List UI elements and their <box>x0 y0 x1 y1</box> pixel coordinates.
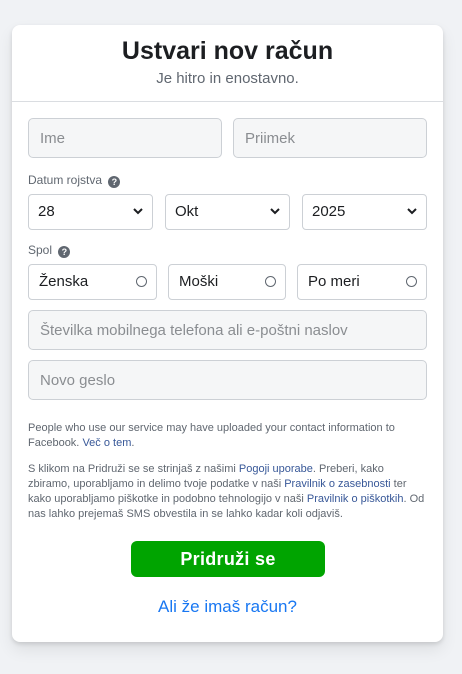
gender-option-custom[interactable]: Po meri <box>297 264 427 300</box>
terms-notice: S klikom na Pridruži se se strinjaš z na… <box>28 462 428 522</box>
gender-option-male[interactable]: Moški <box>168 264 286 300</box>
birthday-label: Datum rojstva <box>28 173 103 187</box>
learn-more-link[interactable]: Več o tem <box>82 437 131 449</box>
cookies-policy-link[interactable]: Pravilnik o piškotkih <box>307 493 404 505</box>
page-subtitle: Je hitro in enostavno. <box>156 70 299 87</box>
chevron-down-icon <box>270 208 280 215</box>
birthday-day-select[interactable]: 28 <box>28 194 153 230</box>
birthday-year-value: 2025 <box>312 203 346 220</box>
signup-button[interactable]: Pridruži se <box>131 541 325 577</box>
birthday-label-row: Datum rojstva ? <box>28 172 121 188</box>
gender-option-label: Ženska <box>39 273 89 290</box>
radio-button[interactable] <box>406 276 417 287</box>
contact-input[interactable] <box>28 310 427 350</box>
gender-option-label: Moški <box>179 273 219 290</box>
password-input[interactable] <box>28 360 427 400</box>
signup-card: Ustvari nov račun Je hitro in enostavno.… <box>12 25 443 642</box>
gender-option-female[interactable]: Ženska <box>28 264 157 300</box>
existing-account-link[interactable]: Ali že imaš račun? <box>12 596 443 618</box>
chevron-down-icon <box>133 208 143 215</box>
period: . <box>131 437 135 449</box>
contact-upload-notice: People who use our service may have uplo… <box>28 421 428 451</box>
gender-option-label: Po meri <box>308 273 360 290</box>
signup-header: Ustvari nov račun Je hitro in enostavno. <box>12 25 443 102</box>
terms-link[interactable]: Pogoji uporabe <box>239 463 313 475</box>
terms-text: S klikom na Pridruži se se strinjaš z na… <box>28 463 239 475</box>
birthday-day-value: 28 <box>38 203 55 220</box>
gender-label: Spol <box>28 243 53 257</box>
birthday-month-value: Okt <box>175 203 199 220</box>
question-circle-icon[interactable]: ? <box>108 176 121 188</box>
radio-button[interactable] <box>136 276 147 287</box>
gender-label-row: Spol ? <box>28 242 71 258</box>
last-name-input[interactable] <box>233 118 427 158</box>
page-title: Ustvari nov račun <box>121 37 334 65</box>
question-circle-icon[interactable]: ? <box>58 246 71 258</box>
privacy-policy-link[interactable]: Pravilnik o zasebnosti <box>284 478 390 490</box>
radio-button[interactable] <box>265 276 276 287</box>
chevron-down-icon <box>407 208 417 215</box>
first-name-input[interactable] <box>28 118 222 158</box>
birthday-year-select[interactable]: 2025 <box>302 194 427 230</box>
birthday-month-select[interactable]: Okt <box>165 194 290 230</box>
